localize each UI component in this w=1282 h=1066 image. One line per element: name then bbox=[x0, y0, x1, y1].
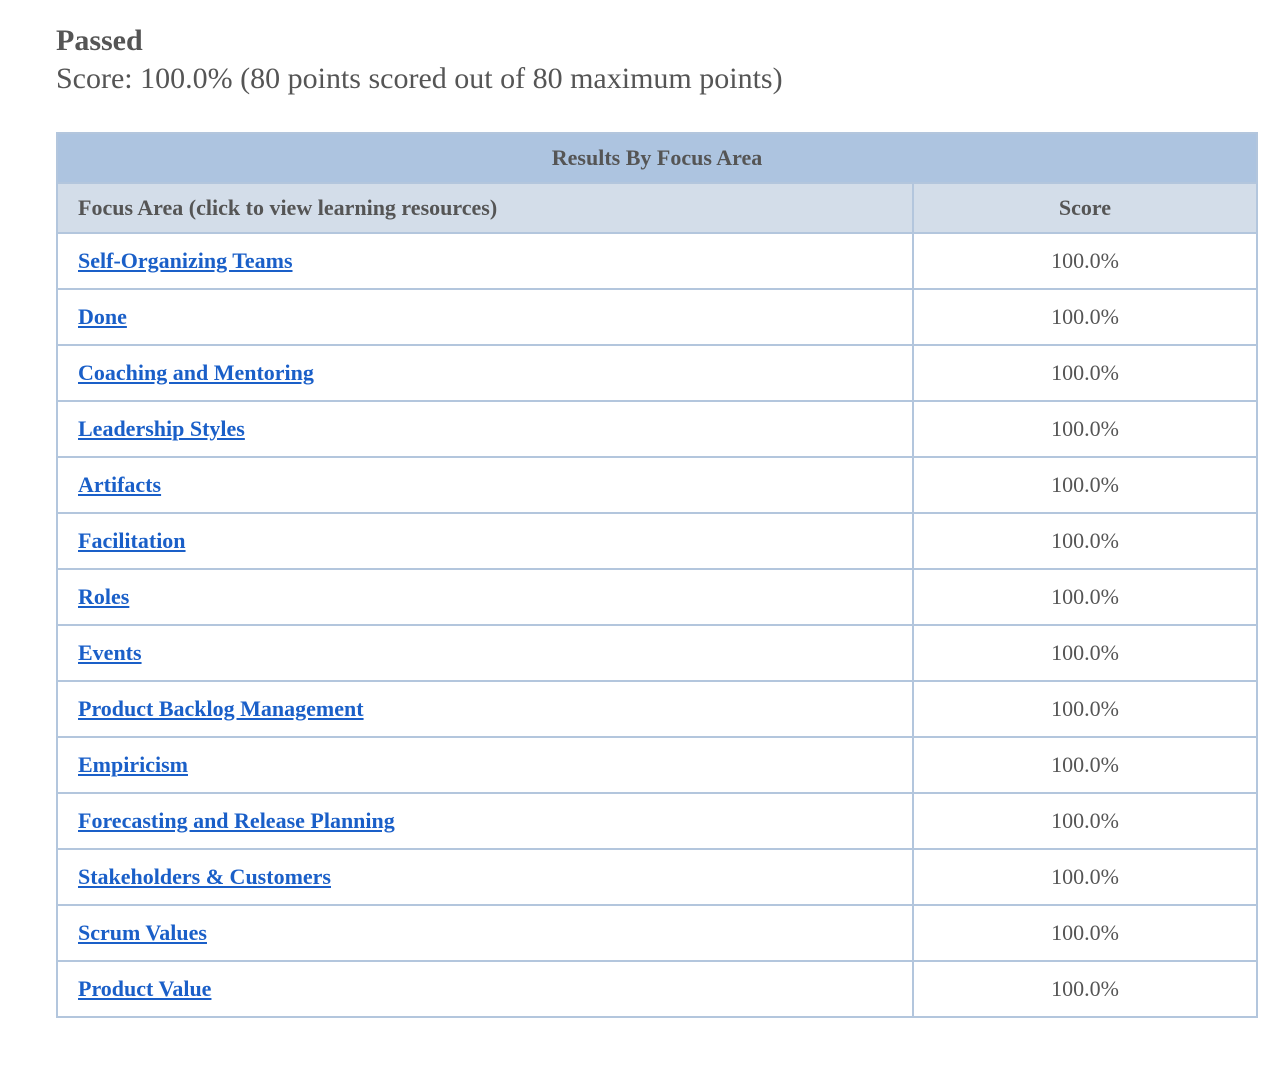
score-column-header: Score bbox=[912, 182, 1258, 234]
table-row: Coaching and Mentoring 100.0% bbox=[56, 344, 1258, 402]
focus-area-cell: Roles bbox=[56, 568, 914, 626]
score-cell: 100.0% bbox=[912, 848, 1258, 906]
table-caption: Results By Focus Area bbox=[56, 132, 1258, 184]
focus-area-link[interactable]: Empiricism bbox=[78, 752, 188, 777]
focus-area-link[interactable]: Scrum Values bbox=[78, 920, 207, 945]
focus-area-cell: Artifacts bbox=[56, 456, 914, 514]
overall-score: Score: 100.0% (80 points scored out of 8… bbox=[56, 62, 783, 95]
focus-area-cell: Facilitation bbox=[56, 512, 914, 570]
focus-area-link[interactable]: Done bbox=[78, 304, 127, 329]
focus-area-cell: Stakeholders & Customers bbox=[56, 848, 914, 906]
focus-area-column-header: Focus Area (click to view learning resou… bbox=[56, 182, 914, 234]
focus-area-link[interactable]: Product Value bbox=[78, 976, 211, 1001]
table-row: Roles 100.0% bbox=[56, 568, 1258, 626]
score-cell: 100.0% bbox=[912, 400, 1258, 458]
focus-area-cell: Scrum Values bbox=[56, 904, 914, 962]
focus-area-link[interactable]: Forecasting and Release Planning bbox=[78, 808, 395, 833]
score-cell: 100.0% bbox=[912, 232, 1258, 290]
score-cell: 100.0% bbox=[912, 568, 1258, 626]
results-table: Results By Focus Area Focus Area (click … bbox=[56, 132, 1258, 1018]
score-cell: 100.0% bbox=[912, 904, 1258, 962]
focus-area-cell: Self-Organizing Teams bbox=[56, 232, 914, 290]
focus-area-link[interactable]: Stakeholders & Customers bbox=[78, 864, 331, 889]
table-row: Scrum Values 100.0% bbox=[56, 904, 1258, 962]
focus-area-link[interactable]: Product Backlog Management bbox=[78, 696, 364, 721]
focus-area-cell: Product Backlog Management bbox=[56, 680, 914, 738]
score-cell: 100.0% bbox=[912, 288, 1258, 346]
focus-area-cell: Done bbox=[56, 288, 914, 346]
table-row: Self-Organizing Teams 100.0% bbox=[56, 232, 1258, 290]
table-row: Artifacts 100.0% bbox=[56, 456, 1258, 514]
table-row: Product Backlog Management 100.0% bbox=[56, 680, 1258, 738]
score-cell: 100.0% bbox=[912, 680, 1258, 738]
table-caption-row: Results By Focus Area bbox=[56, 132, 1258, 184]
table-row: Leadership Styles 100.0% bbox=[56, 400, 1258, 458]
score-cell: 100.0% bbox=[912, 456, 1258, 514]
table-row: Forecasting and Release Planning 100.0% bbox=[56, 792, 1258, 850]
focus-area-cell: Leadership Styles bbox=[56, 400, 914, 458]
table-row: Facilitation 100.0% bbox=[56, 512, 1258, 570]
focus-area-cell: Coaching and Mentoring bbox=[56, 344, 914, 402]
table-row: Empiricism 100.0% bbox=[56, 736, 1258, 794]
focus-area-cell: Empiricism bbox=[56, 736, 914, 794]
pass-status: Passed bbox=[56, 24, 143, 57]
focus-area-cell: Product Value bbox=[56, 960, 914, 1018]
score-cell: 100.0% bbox=[912, 792, 1258, 850]
score-cell: 100.0% bbox=[912, 736, 1258, 794]
result-summary: Passed Score: 100.0% (80 points scored o… bbox=[56, 22, 783, 98]
focus-area-link[interactable]: Roles bbox=[78, 584, 129, 609]
table-row: Events 100.0% bbox=[56, 624, 1258, 682]
focus-area-cell: Events bbox=[56, 624, 914, 682]
score-cell: 100.0% bbox=[912, 960, 1258, 1018]
score-cell: 100.0% bbox=[912, 624, 1258, 682]
focus-area-link[interactable]: Self-Organizing Teams bbox=[78, 248, 293, 273]
focus-area-cell: Forecasting and Release Planning bbox=[56, 792, 914, 850]
table-row: Done 100.0% bbox=[56, 288, 1258, 346]
focus-area-link[interactable]: Leadership Styles bbox=[78, 416, 245, 441]
table-header-row: Focus Area (click to view learning resou… bbox=[56, 182, 1258, 234]
focus-area-link[interactable]: Coaching and Mentoring bbox=[78, 360, 314, 385]
focus-area-link[interactable]: Events bbox=[78, 640, 142, 665]
focus-area-link[interactable]: Facilitation bbox=[78, 528, 186, 553]
score-cell: 100.0% bbox=[912, 344, 1258, 402]
score-cell: 100.0% bbox=[912, 512, 1258, 570]
table-row: Product Value 100.0% bbox=[56, 960, 1258, 1018]
focus-area-link[interactable]: Artifacts bbox=[78, 472, 161, 497]
table-row: Stakeholders & Customers 100.0% bbox=[56, 848, 1258, 906]
